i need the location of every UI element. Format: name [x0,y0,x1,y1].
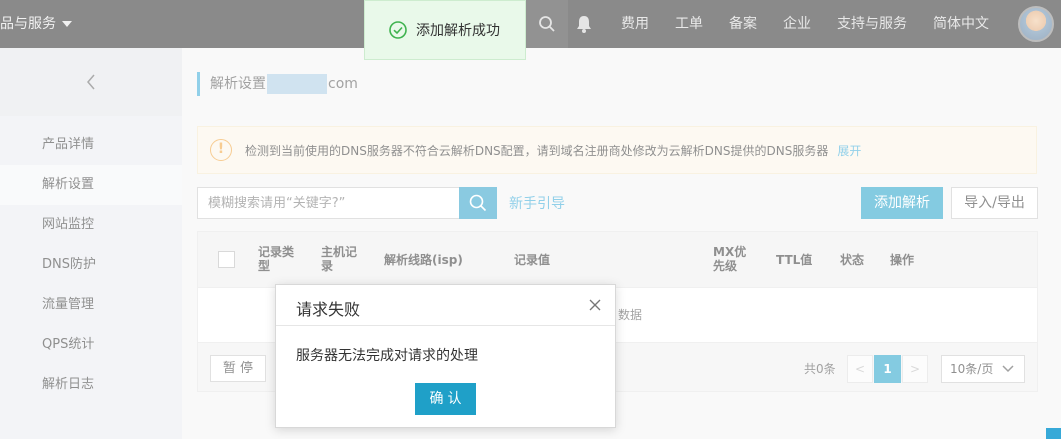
dialog-title: 请求失败 [296,300,361,319]
success-toast: 添加解析成功 [364,0,526,60]
confirm-button[interactable]: 确认 [415,383,476,415]
close-icon[interactable] [589,299,601,311]
toast-text: 添加解析成功 [416,23,500,39]
corner-widget[interactable] [1046,428,1061,439]
check-circle-icon [389,21,407,39]
dialog-message: 服务器无法完成对请求的处理 [296,348,478,364]
error-dialog: 请求失败 服务器无法完成对请求的处理 确认 [275,284,616,428]
dialog-header: 请求失败 [276,285,615,326]
